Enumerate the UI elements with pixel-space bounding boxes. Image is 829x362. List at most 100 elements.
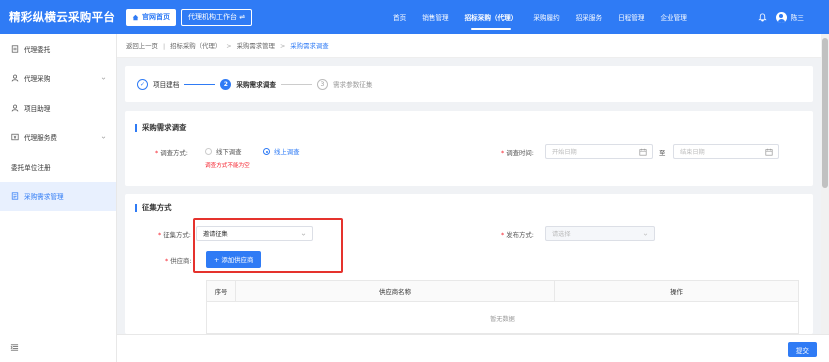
collapse-menu-icon[interactable] [10, 343, 19, 352]
collection-method-label: * 征集方式: [158, 230, 191, 239]
supplier-label: * 供应商: [165, 256, 192, 265]
publish-method-placeholder: 请选择 [552, 231, 571, 238]
collection-method-value: 邀请征集 [203, 231, 228, 238]
start-date-input[interactable]: 开始日期 [545, 144, 653, 159]
scrollbar-thumb[interactable] [822, 38, 828, 188]
survey-time-label-text: 调查时间: [506, 149, 534, 157]
top-right-tools: 陈三 [758, 0, 804, 34]
section-title: 采购需求调查 [135, 124, 186, 132]
sidebar-item-label: 代理委托 [24, 45, 51, 54]
chevron-down-icon [301, 233, 306, 236]
home-button[interactable]: 官网首页 [126, 8, 176, 26]
radio-label: 线上调查 [274, 148, 300, 156]
sidebar-item-label: 代理服务费 [24, 134, 57, 143]
end-date-placeholder: 结束日期 [680, 149, 705, 156]
survey-method-label-text: 调查方式: [160, 149, 188, 157]
user-name: 陈三 [790, 14, 804, 22]
sidebar-item-agency-commission[interactable]: 代理委托 [0, 34, 116, 64]
top-navigation-bar: 精彩纵横云采购平台 官网首页 代理机构工作台 ⇌ 首页 销售管理 招标采购（代理… [0, 0, 829, 34]
survey-method-error: 调查方式不能为空 [205, 163, 250, 169]
home-button-label: 官网首页 [142, 13, 170, 21]
check-icon: ✓ [137, 78, 148, 90]
user-menu[interactable]: 陈三 [775, 11, 804, 23]
avatar [775, 11, 787, 23]
collection-method-select[interactable]: 邀请征集 [196, 226, 313, 241]
back-link[interactable]: 返回上一页 [126, 41, 158, 50]
column-header-index: 序号 [207, 281, 236, 301]
brand-title: 精彩纵横云采购平台 [9, 10, 116, 24]
survey-section: 采购需求调查 * 调查方式: 线下调查 线上调查 调查方式不能为空 * 调查时间: … [125, 111, 813, 186]
breadcrumb: 返回上一页 | 招标采购（代理） > 采购需求管理 > 采购需求调查 [117, 34, 829, 58]
start-date-placeholder: 开始日期 [552, 149, 577, 156]
breadcrumb-separator: > [279, 41, 286, 50]
home-icon [132, 14, 139, 20]
nav-item-procurement-agent[interactable]: 招标采购（代理） [465, 0, 517, 34]
date-range-separator: 至 [659, 149, 666, 157]
workbench-switch-button[interactable]: 代理机构工作台 ⇌ [181, 8, 253, 26]
required-mark: * [501, 149, 505, 157]
step-connector [184, 83, 216, 85]
breadcrumb-separator: > [226, 41, 232, 50]
breadcrumb-item-procurement[interactable]: 招标采购（代理） [170, 41, 221, 50]
chevron-down-icon [101, 136, 106, 139]
sidebar-item-client-registration[interactable]: 委托单位注册 [0, 152, 116, 182]
required-mark: * [165, 257, 169, 265]
nav-item-schedule[interactable]: 日程管理 [618, 0, 644, 34]
required-mark: * [501, 231, 505, 239]
required-mark: * [155, 149, 159, 157]
column-header-actions: 操作 [670, 287, 683, 296]
breadcrumb-item-requirement-management[interactable]: 采购需求管理 [237, 41, 275, 50]
step-label: 采购需求调查 [236, 81, 276, 89]
survey-time-label: * 调查时间: [501, 148, 534, 157]
radio-circle [205, 148, 212, 155]
calendar-icon [639, 148, 647, 156]
step-project-filing: ✓ 项目建档 [137, 78, 180, 90]
add-supplier-button[interactable]: + 添加供应商 [206, 251, 262, 268]
radio-label: 线下调查 [216, 148, 242, 156]
section-title: 征集方式 [135, 204, 172, 212]
sidebar-item-agency-fee[interactable]: 代理服务费 [0, 123, 116, 153]
supplier-label-text: 供应商: [170, 257, 192, 265]
step-connector [280, 83, 312, 85]
empty-state: 暂无数据 [490, 315, 515, 323]
step-parameter-collection: 3 需求参数征集 [316, 78, 373, 90]
nav-item-home[interactable]: 首页 [393, 0, 406, 34]
document-icon [11, 45, 19, 53]
radio-offline-survey[interactable]: 线下调查 [205, 147, 242, 156]
progress-steps: ✓ 项目建档 2 采购需求调查 3 需求参数征集 [125, 66, 813, 102]
nav-item-sales[interactable]: 销售管理 [422, 0, 448, 34]
survey-method-label: * 调查方式: [155, 148, 188, 157]
sidebar-item-label: 项目助理 [24, 104, 51, 113]
breadcrumb-divider: | [162, 41, 166, 50]
chevron-down-icon [643, 233, 648, 236]
submit-button[interactable]: 提交 [787, 342, 817, 357]
user-icon [11, 104, 19, 112]
footer-bar: 提交 [117, 334, 829, 362]
nav-item-contract[interactable]: 采购履约 [533, 0, 559, 34]
supplier-table: 序号 供应商名称 操作 暂无数据 [206, 280, 799, 334]
sidebar-item-label: 代理采购 [24, 75, 51, 84]
bell-icon[interactable] [758, 12, 767, 22]
step-label: 项目建档 [153, 81, 180, 89]
sidebar-item-requirement-management[interactable]: 采购需求管理 [0, 181, 116, 211]
nav-item-enterprise[interactable]: 企业管理 [660, 0, 686, 34]
step-label: 需求参数征集 [332, 81, 373, 89]
radio-circle [263, 148, 270, 155]
sidebar-item-agency-procurement[interactable]: 代理采购 [0, 64, 116, 94]
chevron-down-icon [101, 77, 106, 80]
nav-item-service[interactable]: 招采服务 [576, 0, 602, 34]
scrollbar[interactable] [821, 34, 829, 334]
main-nav: 首页 销售管理 招标采购（代理） 采购履约 招采服务 日程管理 企业管理 [393, 0, 703, 34]
list-icon [11, 192, 19, 200]
step-requirement-survey: 2 采购需求调查 [220, 78, 276, 90]
radio-online-survey[interactable]: 线上调查 [263, 147, 300, 156]
money-icon [11, 134, 19, 141]
column-header-supplier-name: 供应商名称 [236, 281, 555, 301]
publish-method-select[interactable]: 请选择 [545, 226, 655, 241]
sidebar-item-label: 委托单位注册 [11, 163, 51, 172]
sidebar-item-project-assistant[interactable]: 项目助理 [0, 93, 116, 123]
end-date-input[interactable]: 结束日期 [673, 144, 779, 159]
required-mark: * [158, 231, 162, 239]
breadcrumb-item-current: 采购需求调查 [290, 42, 329, 50]
table-header: 序号 供应商名称 操作 [207, 281, 798, 302]
